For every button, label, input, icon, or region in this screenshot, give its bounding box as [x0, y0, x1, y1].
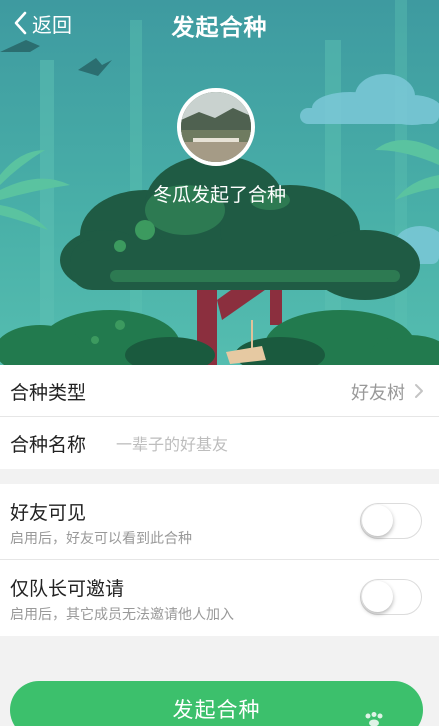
tree-type-value: 好友树	[351, 383, 405, 404]
settings-group: 好友可见 启用后，好友可以看到此合种 仅队长可邀请 启用后，其它成员无法邀请他人…	[0, 484, 439, 636]
hero-banner: 返回 发起合种 冬瓜发起了合种	[0, 0, 439, 365]
avatar-photo	[181, 92, 251, 162]
friends-visible-title: 好友可见	[10, 502, 87, 524]
captain-invite-title: 仅队长可邀请	[10, 578, 125, 600]
tree-type-label: 合种类型	[10, 382, 87, 404]
friends-visible-subtitle: 启用后，好友可以看到此合种	[10, 531, 192, 547]
captain-invite-toggle[interactable]	[360, 579, 422, 615]
tree-name-row: 合种名称	[0, 417, 439, 469]
paw-icon	[365, 712, 383, 726]
chevron-right-icon	[415, 384, 423, 398]
app-root: 返回 发起合种 冬瓜发起了合种 合种类型 好友树 合种名称 一辈子的好基友 好友…	[0, 0, 439, 726]
nav-bar: 返回 发起合种	[0, 0, 439, 48]
start-co-planting-button[interactable]: 发起合种	[10, 681, 423, 726]
tree-type-row[interactable]: 合种类型 好友树	[0, 365, 439, 417]
friends-visible-row: 好友可见 启用后，好友可以看到此合种	[0, 484, 439, 560]
captain-invite-subtitle: 启用后，其它成员无法邀请他人加入	[10, 607, 234, 623]
friends-visible-toggle[interactable]	[360, 503, 422, 539]
toggle-knob	[362, 581, 393, 612]
tree-name-input[interactable]	[116, 430, 416, 458]
tree-info-group: 合种类型 好友树 合种名称	[0, 365, 439, 469]
toggle-knob	[362, 505, 393, 536]
captain-invite-row: 仅队长可邀请 启用后，其它成员无法邀请他人加入	[0, 560, 439, 636]
page-title: 发起合种	[171, 15, 268, 41]
starter-text: 冬瓜发起了合种	[152, 184, 286, 206]
avatar	[177, 88, 255, 166]
tree-name-label: 合种名称	[10, 434, 87, 456]
